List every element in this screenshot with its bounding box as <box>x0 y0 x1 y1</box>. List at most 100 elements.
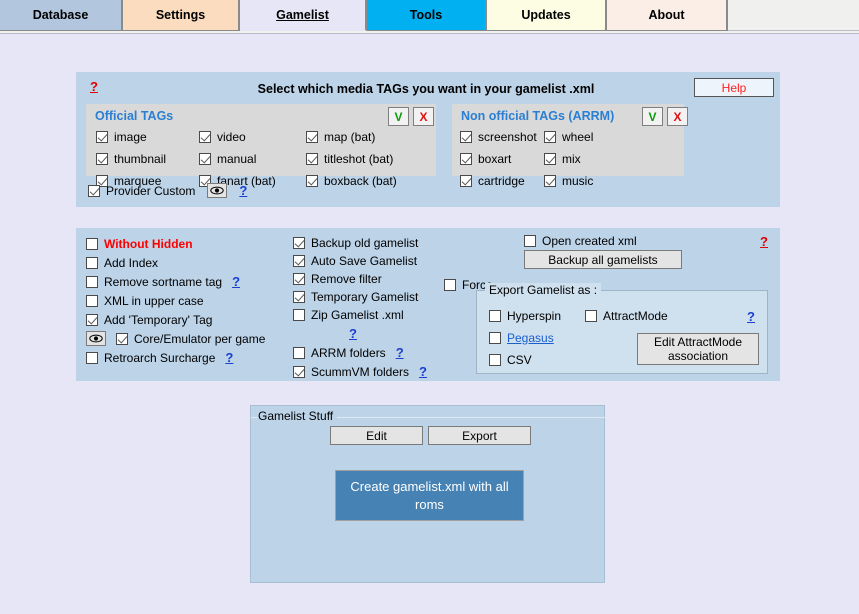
non-official-tags-column-2: wheel mix music <box>544 130 593 188</box>
arrm-folders-help-icon[interactable]: ? <box>396 345 404 360</box>
checkbox-image[interactable]: image <box>96 130 166 144</box>
non-official-select-all-button[interactable]: V <box>642 107 663 126</box>
edit-gamelist-button[interactable]: Edit <box>330 426 423 445</box>
checkbox-auto-save-gamelist[interactable]: Auto Save Gamelist <box>293 254 427 268</box>
non-official-clear-all-button[interactable]: X <box>667 107 688 126</box>
checkbox-image-box[interactable] <box>96 131 108 143</box>
checkbox-music-box[interactable] <box>544 175 556 187</box>
checkbox-xml-upper-case[interactable]: XML in upper case <box>86 294 204 308</box>
checkbox-remove-sortname-tag-box[interactable] <box>86 276 98 288</box>
checkbox-remove-filter[interactable]: Remove filter <box>293 272 427 286</box>
checkbox-titleshot[interactable]: titleshot (bat) <box>306 152 397 166</box>
tab-gamelist[interactable]: Gamelist <box>240 0 367 31</box>
checkbox-attractmode-box[interactable] <box>585 310 597 322</box>
checkbox-boxart[interactable]: boxart <box>460 152 537 166</box>
checkbox-temporary-gamelist-box[interactable] <box>293 291 305 303</box>
checkbox-pegasus-box[interactable] <box>489 332 501 344</box>
checkbox-thumbnail-box[interactable] <box>96 153 108 165</box>
checkbox-add-index-box[interactable] <box>86 257 98 269</box>
checkbox-remove-sortname-tag-label: Remove sortname tag <box>104 275 222 289</box>
checkbox-pegasus-label[interactable]: Pegasus <box>507 331 554 345</box>
checkbox-manual[interactable]: manual <box>199 152 276 166</box>
checkbox-boxart-box[interactable] <box>460 153 472 165</box>
edit-attractmode-association-button[interactable]: Edit AttractMode association <box>637 333 759 365</box>
checkbox-open-created-xml-box[interactable] <box>524 235 536 247</box>
checkbox-backup-old-gamelist-box[interactable] <box>293 237 305 249</box>
checkbox-core-emulator-per-game[interactable]: Core/Emulator per game <box>116 332 265 346</box>
checkbox-scummvm-folders-box[interactable] <box>293 366 305 378</box>
checkbox-video-box[interactable] <box>199 131 211 143</box>
tab-settings[interactable]: Settings <box>123 0 240 31</box>
checkbox-temporary-gamelist[interactable]: Temporary Gamelist <box>293 290 427 304</box>
checkbox-without-hidden-box[interactable] <box>86 238 98 250</box>
checkbox-remove-filter-box[interactable] <box>293 273 305 285</box>
scummvm-folders-help-icon[interactable]: ? <box>419 364 427 379</box>
remove-sortname-help-icon[interactable]: ? <box>232 274 240 289</box>
checkbox-mix-box[interactable] <box>544 153 556 165</box>
checkbox-screenshot[interactable]: screenshot <box>460 130 537 144</box>
checkbox-core-emulator-per-game-box[interactable] <box>116 333 128 345</box>
checkbox-hyperspin-box[interactable] <box>489 310 501 322</box>
retroarch-surcharge-help-icon[interactable]: ? <box>225 350 233 365</box>
checkbox-add-index[interactable]: Add Index <box>86 256 158 270</box>
checkbox-music[interactable]: music <box>544 174 593 188</box>
checkbox-add-temporary-tag-box[interactable] <box>86 314 98 326</box>
official-select-all-button[interactable]: V <box>388 107 409 126</box>
checkbox-arrm-folders-box[interactable] <box>293 347 305 359</box>
checkbox-retroarch-surcharge-box[interactable] <box>86 352 98 364</box>
checkbox-map-box[interactable] <box>306 131 318 143</box>
checkbox-remove-sortname-tag[interactable]: Remove sortname tag <box>86 275 222 289</box>
eye-icon-provider-custom[interactable] <box>207 183 227 198</box>
checkbox-boxback[interactable]: boxback (bat) <box>306 174 397 188</box>
official-clear-all-button[interactable]: X <box>413 107 434 126</box>
checkbox-boxback-box[interactable] <box>306 175 318 187</box>
checkbox-csv-box[interactable] <box>489 354 501 366</box>
tab-about[interactable]: About <box>607 0 728 31</box>
checkbox-cartridge-box[interactable] <box>460 175 472 187</box>
checkbox-thumbnail[interactable]: thumbnail <box>96 152 166 166</box>
checkbox-retroarch-surcharge[interactable]: Retroarch Surcharge <box>86 351 215 365</box>
checkbox-zip-gamelist-xml[interactable]: Zip Gamelist .xml <box>293 308 427 322</box>
checkbox-scummvm-folders[interactable]: ScummVM folders <box>293 365 409 379</box>
checkbox-cartridge[interactable]: cartridge <box>460 174 537 188</box>
checkbox-wheel-box[interactable] <box>544 131 556 143</box>
tab-updates[interactable]: Updates <box>487 0 607 31</box>
checkbox-backup-old-gamelist[interactable]: Backup old gamelist <box>293 236 427 250</box>
checkbox-provider-custom[interactable]: Provider Custom <box>88 184 195 198</box>
checkbox-attractmode[interactable]: AttractMode <box>585 309 668 323</box>
checkbox-manual-box[interactable] <box>199 153 211 165</box>
checkbox-open-created-xml[interactable]: Open created xml <box>524 234 637 248</box>
checkbox-hyperspin[interactable]: Hyperspin <box>489 309 561 323</box>
checkbox-wheel[interactable]: wheel <box>544 130 593 144</box>
checkbox-zip-gamelist-xml-box[interactable] <box>293 309 305 321</box>
backup-all-gamelists-button[interactable]: Backup all gamelists <box>524 250 682 269</box>
tab-database[interactable]: Database <box>0 0 123 31</box>
export-gamelist-button[interactable]: Export <box>428 426 531 445</box>
checkbox-auto-save-gamelist-box[interactable] <box>293 255 305 267</box>
checkbox-video[interactable]: video <box>199 130 276 144</box>
checkbox-screenshot-box[interactable] <box>460 131 472 143</box>
options-help-icon[interactable]: ? <box>760 234 768 249</box>
checkbox-force-box[interactable] <box>444 279 456 291</box>
checkbox-map[interactable]: map (bat) <box>306 130 397 144</box>
media-tags-help-icon[interactable]: ? <box>90 79 98 94</box>
checkbox-mix[interactable]: mix <box>544 152 593 166</box>
tab-settings-label: Settings <box>156 8 205 22</box>
checkbox-music-label: music <box>562 174 593 188</box>
checkbox-titleshot-box[interactable] <box>306 153 318 165</box>
media-tags-panel: ? Select which media TAGs you want in yo… <box>76 72 780 207</box>
checkbox-arrm-folders[interactable]: ARRM folders <box>293 346 386 360</box>
tab-tools[interactable]: Tools <box>367 0 487 31</box>
checkbox-auto-save-gamelist-label: Auto Save Gamelist <box>311 254 417 268</box>
export-gamelist-help-icon[interactable]: ? <box>747 309 755 324</box>
eye-icon-core-emulator[interactable] <box>86 331 106 346</box>
checkbox-without-hidden[interactable]: Without Hidden <box>86 237 193 251</box>
checkbox-provider-custom-box[interactable] <box>88 185 100 197</box>
provider-custom-help-icon[interactable]: ? <box>239 183 247 198</box>
checkbox-xml-upper-case-box[interactable] <box>86 295 98 307</box>
create-gamelist-button[interactable]: Create gamelist.xml with all roms <box>335 470 524 521</box>
checkbox-add-temporary-tag[interactable]: Add 'Temporary' Tag <box>86 313 212 327</box>
middle-column-help-row: ? <box>293 326 413 341</box>
help-button[interactable]: Help <box>694 78 774 97</box>
zip-gamelist-help-icon[interactable]: ? <box>349 326 357 341</box>
